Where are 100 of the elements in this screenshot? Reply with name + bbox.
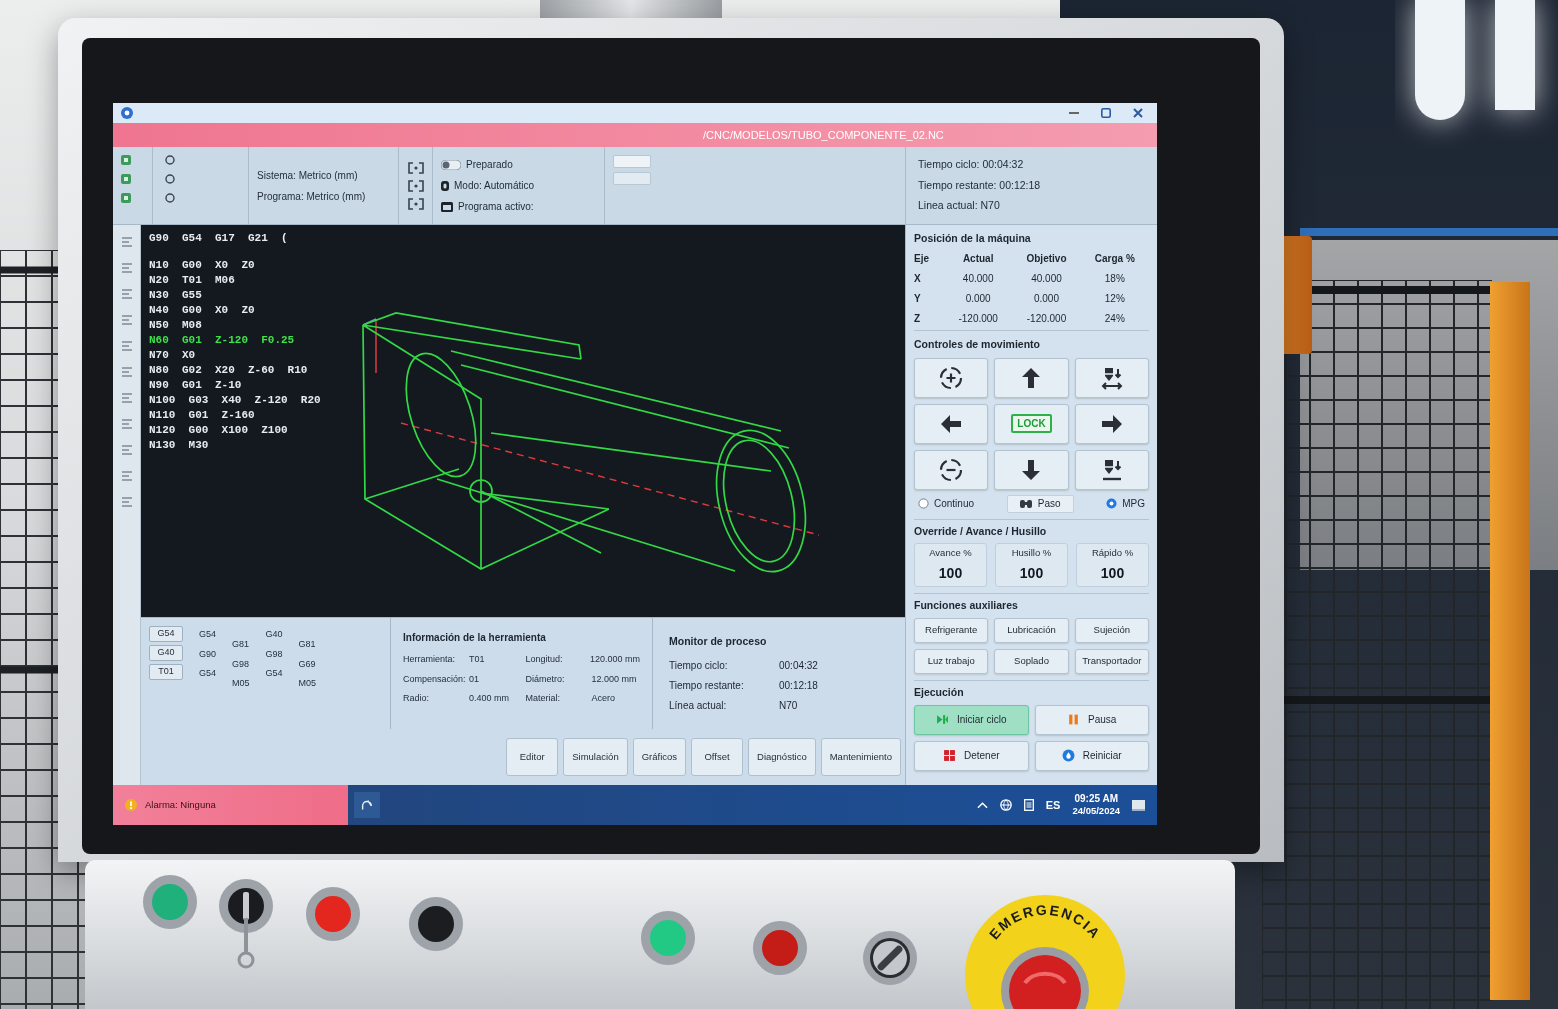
section-title: Controles de movimiento [914,336,1041,352]
bracket-icon [407,179,424,192]
tab[interactable]: Diagnóstico [748,738,816,776]
field-value: N70 [779,698,798,713]
code-line: G90 G54 G17 G21 ( [149,231,288,246]
modal-code: G54 [265,667,283,680]
field-value: Acero [591,692,615,705]
tab[interactable]: Simulación [563,738,628,776]
jog-button[interactable] [994,449,1069,490]
mode-option[interactable]: MPG [1106,496,1145,511]
binoculars-icon [1019,498,1032,509]
jog-button[interactable] [914,449,989,490]
jog-button[interactable] [914,403,989,444]
time-readout: Linea actual: N70 [918,198,1001,214]
jog-button[interactable] [914,357,989,398]
jog-button[interactable] [1074,449,1149,490]
execution-button[interactable]: Iniciar ciclo [914,704,1029,735]
maximize-button[interactable] [1099,106,1113,120]
window-icon [441,201,453,212]
status-text: Programa activo: [458,200,534,214]
bracket-icon [407,197,424,210]
time-readout: Tiempo ciclo: 00:04:32 [918,156,1025,172]
jog-button[interactable] [994,357,1069,398]
jog-button[interactable] [1074,357,1149,398]
field-value: 12.000 mm [591,672,637,686]
setting-text: Programa: Metrico (mm) [257,189,367,204]
list-icon [121,367,132,377]
function-button[interactable]: Lubricación [994,618,1069,643]
execution-button[interactable]: Detener [914,740,1029,771]
table-cell-text: -120.000 [1025,311,1068,326]
modal-code: G40 [265,628,283,641]
execution-button[interactable]: Pausa [1034,704,1149,735]
code-line: N130 M30 [149,438,209,453]
pause-icon [1067,713,1081,727]
maximize-icon [1101,108,1111,118]
override-label: Rápido % [1091,546,1134,561]
function-button[interactable]: Soplado [994,649,1069,674]
play-icon [936,713,949,727]
list-icon [121,445,132,455]
mode-button[interactable]: Paso [1006,494,1074,513]
spindle-arrows-icon [1099,365,1124,390]
circle-plus-icon [939,365,964,390]
push-button[interactable] [409,897,463,951]
execution-button[interactable]: Reiniciar [1034,740,1149,771]
file-path: /CNC/MODELOS/TUBO_COMPONENTE_02.NC [703,127,944,143]
modal-code-button[interactable]: T01 [149,664,183,680]
list-icon [121,471,132,481]
circle-icon [165,174,175,184]
field-label: Tiempo ciclo: [669,658,729,673]
circle-minus-icon [939,457,964,482]
bracket-icon [407,161,424,174]
table-cell-text: Y [914,291,922,306]
modal-code: M05 [232,677,250,690]
emergency-stop-button[interactable] [1001,947,1089,1009]
tab[interactable]: Mantenimiento [820,738,901,776]
field-label: Diámetro: [525,672,566,686]
tab[interactable]: Editor [506,738,559,776]
override-label: Husillo % [1011,546,1052,561]
section-title: Override / Avance / Husillo [914,523,1048,539]
function-button[interactable]: Sujeción [1074,618,1149,643]
drop-icon [1061,749,1075,763]
modal-code: G90 [199,647,216,661]
function-button[interactable]: Luz trabajo [914,649,989,674]
table-cell-text: Z [914,311,922,326]
notification-icon [1132,799,1145,811]
squares-icon [942,749,956,763]
table-cell-text: X [914,271,922,286]
capsule-icon [441,180,449,191]
close-button[interactable] [1131,106,1145,120]
mode-option[interactable]: Continuo [918,496,975,511]
modal-code-button[interactable]: G40 [149,645,183,661]
function-button[interactable]: Refrigerante [914,618,989,643]
list-icon [121,315,132,325]
section-title: Monitor de proceso [669,634,768,649]
status-text: Modo: Automático [454,179,535,193]
override-label: Avance % [929,546,972,561]
tab[interactable]: Offset [691,738,744,776]
selector-switch[interactable] [862,930,918,986]
field-label: Herramienta: [403,653,457,666]
time-readout: Tiempo restante: 00:12:18 [918,177,1042,193]
function-button[interactable]: Transportador [1074,649,1149,674]
globe-icon [999,799,1012,811]
minimize-icon [1069,112,1079,114]
modal-code: G98 [232,657,250,671]
modal-code-button[interactable]: G54 [149,626,183,642]
table-cell-text: 40.000 [1030,271,1063,286]
document-icon [1023,799,1034,811]
table-cell-text: 12% [1103,291,1126,306]
code-line: N70 X0 [149,348,196,363]
jog-button[interactable] [1074,403,1149,444]
circle-icon [165,193,175,203]
table-cell-text: 40.000 [961,271,995,286]
status-text: Preparado [466,158,513,172]
taskbar-button[interactable] [354,792,380,818]
override-value: 100 [938,564,963,584]
field-value: 0.400 mm [469,692,510,705]
section-title: Funciones auxiliares [914,598,1019,614]
tab[interactable]: Gráficos [632,738,687,776]
language-indicator[interactable]: ES [1045,796,1061,814]
code-line: N40 G00 X0 Z0 [149,303,255,318]
